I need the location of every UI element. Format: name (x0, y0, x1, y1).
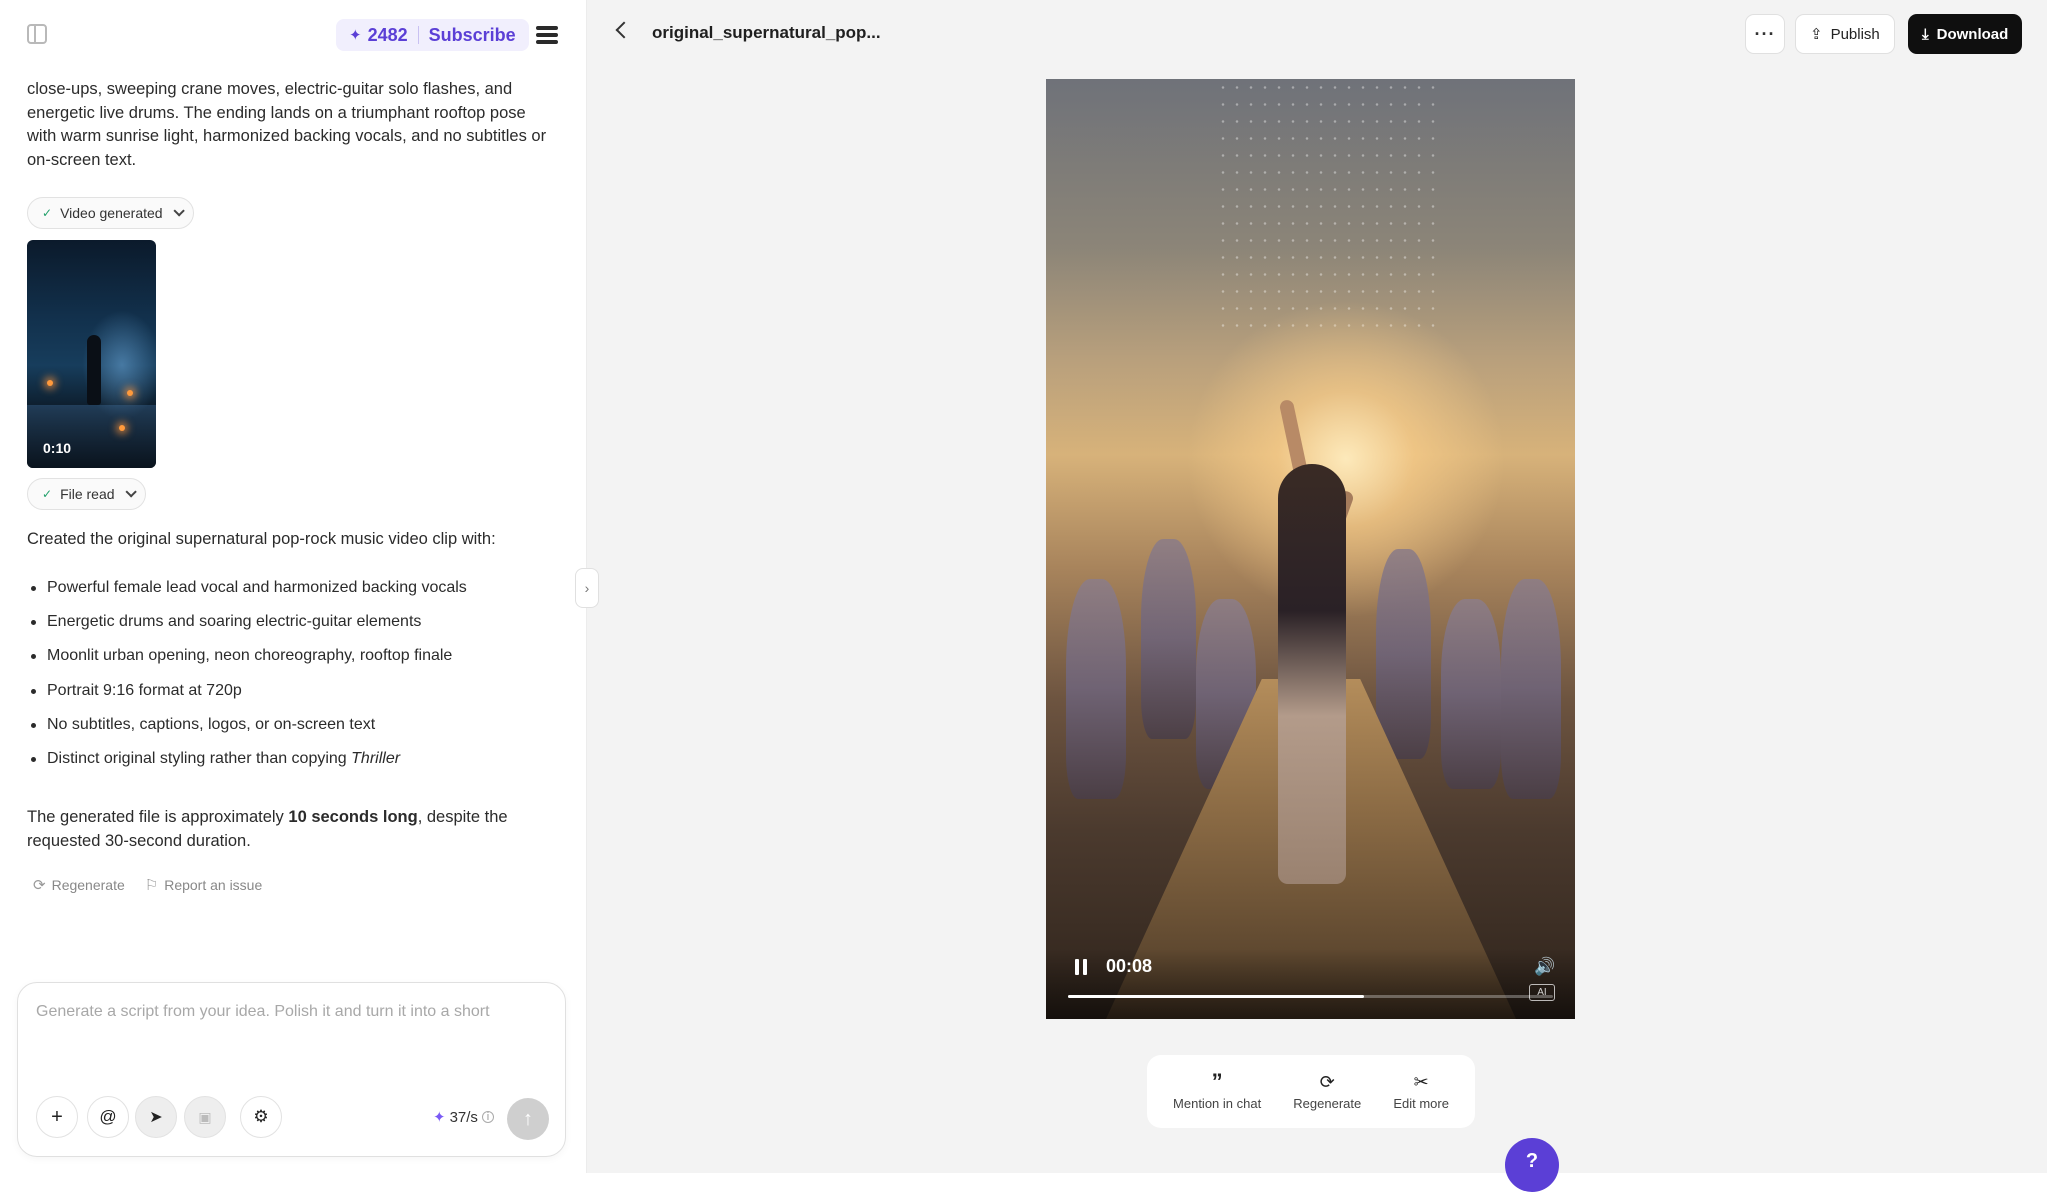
regenerate-label: Regenerate (1293, 1096, 1362, 1111)
file-read-pill[interactable]: ✓ File read (27, 478, 146, 510)
help-icon: ? (1525, 1150, 1539, 1172)
info-icon[interactable]: i (481, 1111, 494, 1123)
list-item: Distinct original styling rather than co… (27, 748, 567, 782)
chevron-right-icon: › (584, 580, 590, 596)
plus-icon: + (51, 1105, 63, 1128)
divider (417, 26, 419, 44)
chevron-down-icon (173, 205, 185, 217)
more-options-button[interactable]: ··· (1745, 14, 1785, 54)
prompt-input[interactable] (36, 1003, 546, 1021)
sparkle-icon: ✦ (349, 27, 362, 44)
report-issue-button[interactable]: ⚐ Report an issue (145, 876, 263, 894)
check-icon: ✓ (42, 206, 53, 220)
volume-icon[interactable]: 🔊 (1534, 957, 1555, 977)
chat-panel: close-ups, sweeping crane moves, electri… (0, 0, 587, 1173)
download-icon: ⤓ (1922, 25, 1929, 43)
panel-collapse-handle[interactable]: › (575, 568, 599, 608)
preview-panel: original_supernatural_pop... ··· ⇪ Publi… (587, 0, 2047, 1192)
report-icon: ⚐ (144, 877, 159, 894)
list-item: Moonlit urban opening, neon choreography… (27, 645, 567, 679)
progress-bar[interactable] (1068, 995, 1553, 998)
video-generated-label: Video generated (60, 205, 163, 221)
refresh-icon: ⟳ (33, 877, 46, 894)
settings-button[interactable]: ⚙ (240, 1096, 282, 1138)
credits-pill[interactable]: ✦ 2482 Subscribe (336, 19, 529, 51)
thumbnail-duration: 0:10 (43, 440, 72, 456)
video-generated-pill[interactable]: ✓ Video generated (27, 197, 194, 229)
pause-icon[interactable] (1075, 959, 1089, 975)
report-label: Report an issue (164, 877, 263, 893)
list-item: Energetic drums and soaring electric-gui… (27, 611, 567, 645)
list-item: Portrait 9:16 format at 720p (27, 680, 567, 714)
chat-header: ✦ 2482 Subscribe (0, 0, 586, 70)
media-icon: ▣ (198, 1108, 212, 1125)
rate-indicator: ✦ 37/s i (433, 1108, 494, 1126)
video-thumbnail[interactable]: 0:10 (27, 240, 156, 468)
publish-label: Publish (1830, 25, 1880, 43)
duration-highlight: 10 seconds long (288, 808, 418, 826)
progress-fill (1068, 995, 1364, 998)
thriller-title: Thriller (351, 749, 401, 767)
ai-badge: AI (1529, 984, 1555, 1001)
edit-label: Edit more (1393, 1096, 1449, 1111)
thumbnail-figure (87, 335, 101, 405)
back-icon[interactable] (615, 21, 633, 39)
mention-label: Mention in chat (1173, 1096, 1262, 1111)
current-time: 00:08 (1106, 956, 1153, 976)
help-button[interactable]: ? (1505, 1138, 1559, 1192)
settings-sliders-icon: ⚙ (253, 1107, 269, 1126)
mention-button[interactable]: @ (87, 1096, 129, 1138)
refresh-icon: ⟳ (1319, 1072, 1335, 1092)
download-button[interactable]: ⤓ Download (1908, 14, 2023, 54)
check-icon: ✓ (42, 487, 53, 501)
arrow-up-icon: ↑ (523, 1107, 533, 1130)
regenerate-label: Regenerate (51, 877, 125, 893)
subscribe-button[interactable]: Subscribe (429, 25, 516, 46)
media-button[interactable]: ▣ (184, 1096, 226, 1138)
sparkle-icon: ✦ (433, 1109, 446, 1126)
mention-in-chat-button[interactable]: ” Mention in chat (1173, 1069, 1262, 1112)
regenerate-button[interactable]: ⟳ Regenerate (33, 876, 125, 894)
publish-button[interactable]: ⇪ Publish (1795, 14, 1895, 54)
list-item: Powerful female lead vocal and harmonize… (27, 577, 567, 611)
composer: + @ ➤ ▣ ⚙ ✦ 37/s i ↑ (17, 982, 566, 1157)
more-icon: ··· (1754, 23, 1776, 44)
rate-value: 37/s (449, 1108, 478, 1126)
layers-icon[interactable] (536, 26, 558, 46)
download-label: Download (1936, 25, 2009, 43)
quote-icon: ” (1211, 1069, 1223, 1094)
send-button[interactable]: ↑ (507, 1098, 549, 1140)
cursor-icon: ➤ (149, 1109, 163, 1126)
message-actions: ⟳ Regenerate ⚐ Report an issue (33, 876, 262, 894)
preview-toolbar: ” Mention in chat ⟳ Regenerate ✂ Edit mo… (1147, 1055, 1475, 1128)
file-title: original_supernatural_pop... (652, 23, 881, 42)
chevron-down-icon (124, 486, 137, 498)
created-line: Created the original supernatural pop-ro… (27, 530, 496, 548)
lead-dancer (1278, 464, 1346, 884)
cursor-mode-button[interactable]: ➤ (135, 1096, 177, 1138)
edit-more-button[interactable]: ✂ Edit more (1393, 1072, 1449, 1111)
list-item: No subtitles, captions, logos, or on-scr… (27, 714, 567, 748)
summary-text: The generated file is approximately 10 s… (27, 808, 508, 850)
mention-icon: @ (99, 1107, 117, 1126)
credits-count: 2482 (367, 24, 408, 45)
add-button[interactable]: + (36, 1096, 78, 1138)
scissors-icon: ✂ (1413, 1072, 1429, 1092)
sidebar-toggle-icon[interactable] (27, 24, 47, 44)
file-read-label: File read (60, 486, 115, 502)
regenerate-video-button[interactable]: ⟳ Regenerate (1293, 1072, 1361, 1111)
assistant-message-text: close-ups, sweeping crane moves, electri… (27, 80, 547, 169)
feature-list: Powerful female lead vocal and harmonize… (27, 577, 567, 782)
share-icon: ⇪ (1810, 26, 1823, 43)
video-player[interactable]: 00:08 🔊 AI (1046, 79, 1575, 1019)
